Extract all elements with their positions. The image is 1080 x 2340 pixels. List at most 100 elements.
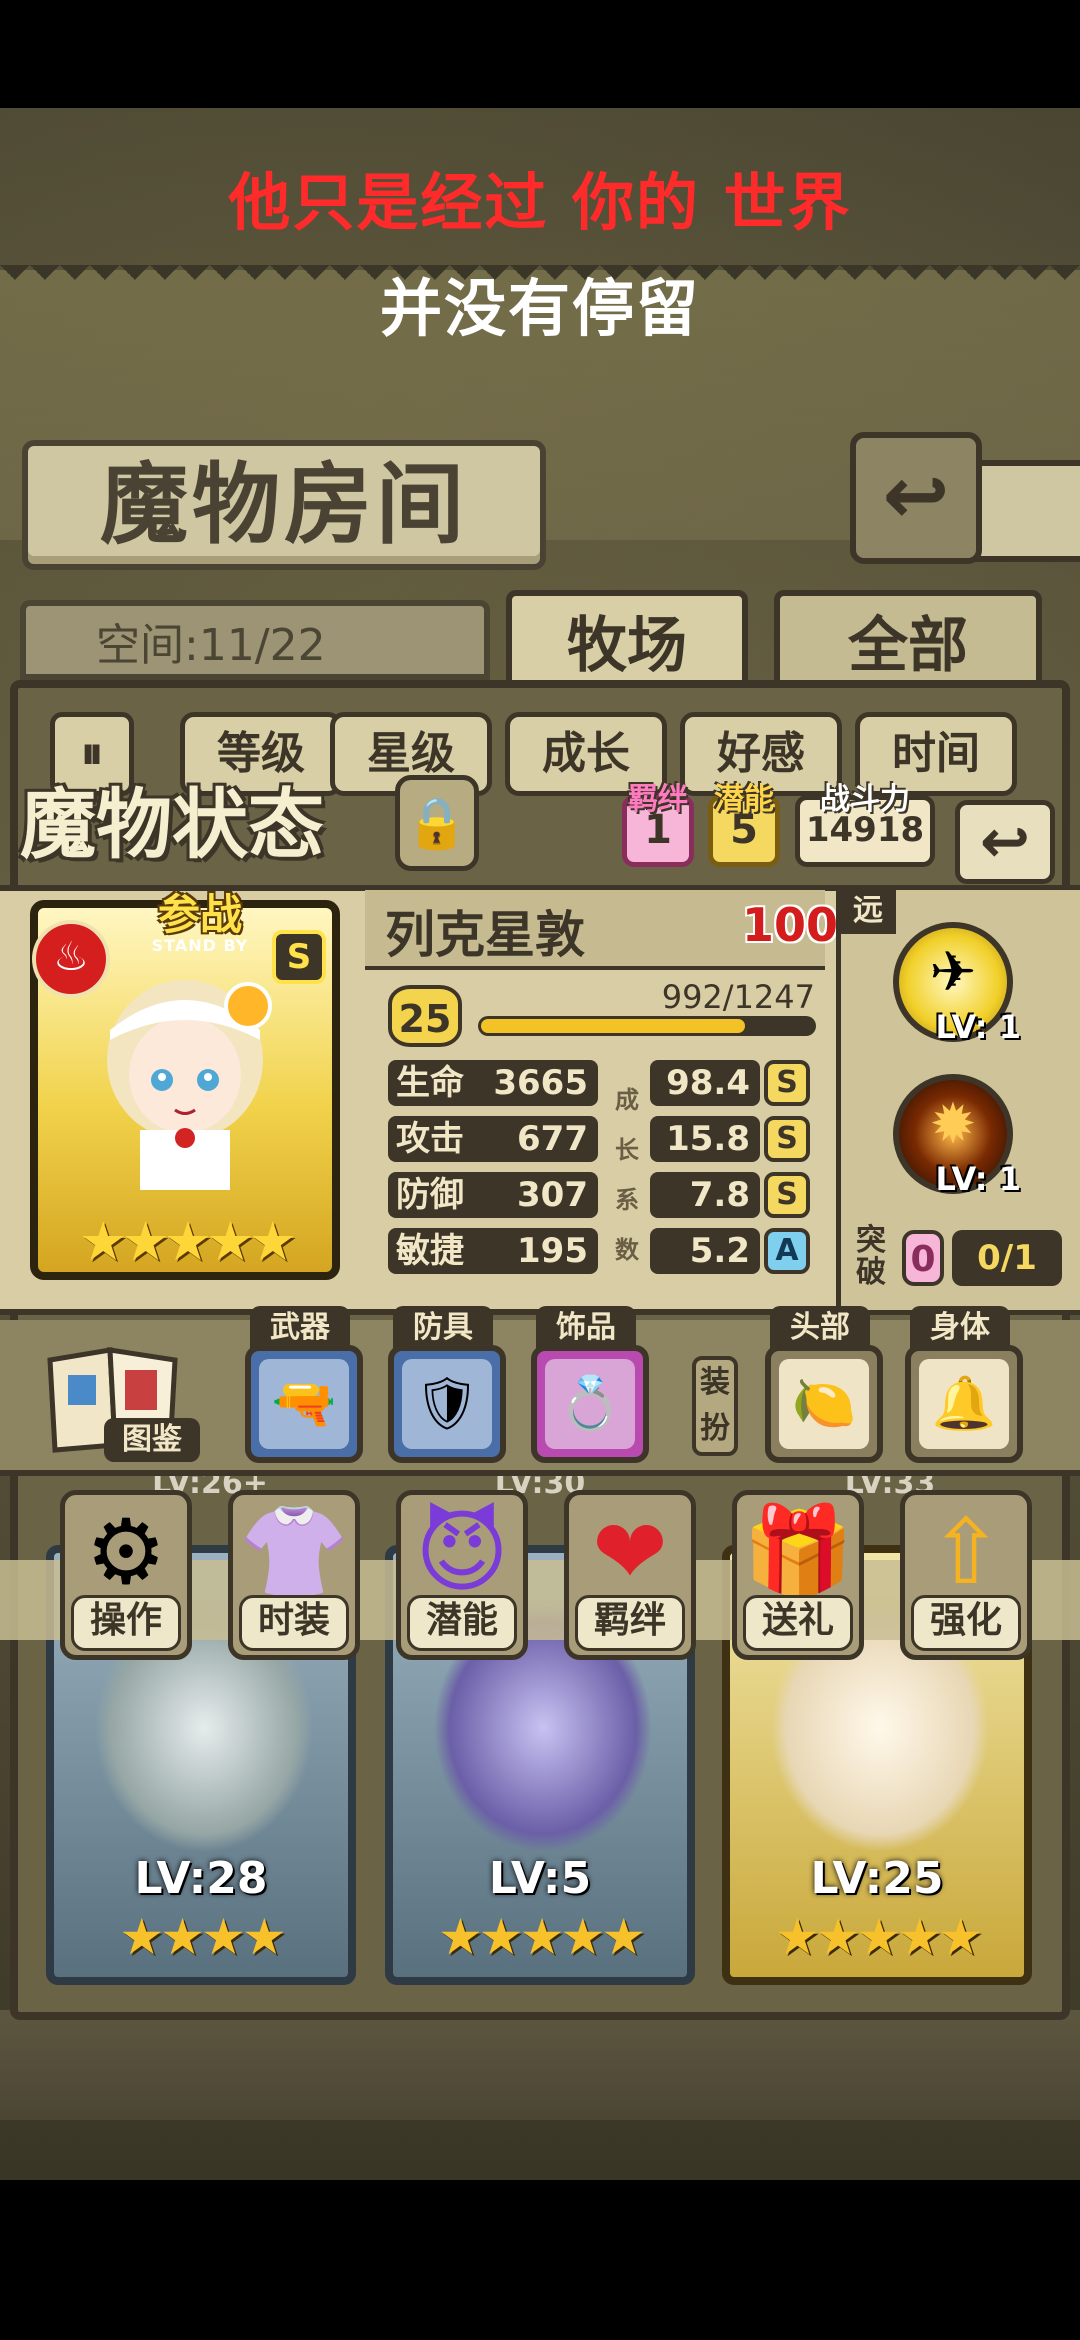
skill-2-button[interactable]: ✹ LV: 1 <box>893 1074 1021 1198</box>
action-label: 强化 <box>911 1595 1021 1651</box>
monster-stars: ★★★★ <box>119 1908 286 1966</box>
body-costume-slot[interactable]: 🔔 <box>905 1345 1023 1463</box>
action-costume-button[interactable]: 👚 时装 <box>228 1490 360 1660</box>
stat-attack: 攻击 677 <box>388 1116 598 1162</box>
return-arrow-icon: ↩ <box>882 449 950 542</box>
monster-name: 列克星敦 <box>385 906 585 964</box>
exp-bar-fill <box>481 1019 745 1033</box>
power-label: 战斗力 <box>820 782 910 817</box>
bond-chip: 羁绊 1 <box>622 782 694 867</box>
gatling-gun-icon: 🔫 <box>259 1359 349 1449</box>
action-bond-button[interactable]: ❤ 羁绊 <box>564 1490 696 1660</box>
bond-label: 羁绊 <box>628 782 688 817</box>
zigzag-border-bottom <box>0 2120 1080 2150</box>
breakthrough-label: 突破 <box>856 1223 886 1290</box>
codex-label: 图鉴 <box>104 1418 200 1462</box>
head-costume-slot[interactable]: 🍋 <box>765 1345 883 1463</box>
monster-stars: ★★★★★ <box>774 1908 983 1966</box>
accessory-slot[interactable]: 💍 <box>531 1345 649 1463</box>
stat-value: 195 <box>517 1231 588 1271</box>
armor-slot[interactable]: 🛡 <box>388 1345 506 1463</box>
action-gift-button[interactable]: 🎁 送礼 <box>732 1490 864 1660</box>
action-operate-button[interactable]: ⚙ 操作 <box>60 1490 192 1660</box>
power-chip: 战斗力 14918 <box>795 782 935 867</box>
grade-badge: A <box>764 1228 810 1274</box>
exp-bar <box>478 1016 816 1036</box>
demon-icon: 😈 <box>415 1500 509 1605</box>
dress-icon: 👚 <box>237 1500 351 1605</box>
standby-sub-label: STAND BY <box>151 936 249 955</box>
exp-text: 992/1247 <box>661 978 815 1016</box>
action-label: 操作 <box>71 1595 181 1651</box>
potential-label: 潜能 <box>714 782 774 817</box>
page-title: 魔物房间 <box>22 440 546 570</box>
growth-attack: 15.8 <box>650 1116 760 1162</box>
stat-hp: 生命 3665 <box>388 1060 598 1106</box>
back-button[interactable]: ↩ <box>850 432 982 564</box>
stat-value: 307 <box>517 1175 588 1215</box>
stat-agility: 敏捷 195 <box>388 1228 598 1274</box>
rank-badge: S <box>272 930 326 984</box>
growth-defense: 7.8 <box>650 1172 760 1218</box>
action-label: 羁绊 <box>575 1595 685 1651</box>
growth-agility: 5.2 <box>650 1228 760 1274</box>
slot-label-weapon: 武器 <box>250 1306 350 1350</box>
hearts-icon: ❤ <box>592 1500 668 1605</box>
explosion-burst-icon: ✹ <box>929 1092 977 1157</box>
close-status-button[interactable]: ↩ <box>955 800 1055 884</box>
affection-badge: 100 <box>742 898 839 952</box>
lock-button[interactable]: 🔒 <box>395 775 479 871</box>
monster-stars: ★★★★★ <box>437 1908 646 1966</box>
slot-label-head: 头部 <box>770 1306 870 1350</box>
monster-level: LV:28 <box>134 1853 268 1904</box>
growth-hp: 98.4 <box>650 1060 760 1106</box>
bottom-black-area <box>0 2180 1080 2340</box>
slot-label-accessory: 饰品 <box>536 1306 636 1350</box>
stat-key: 攻击 <box>396 1119 464 1159</box>
growth-label-char: 系 <box>615 1186 639 1214</box>
shield-emblem-icon: 🛡 <box>402 1359 492 1449</box>
upgrade-arrows-icon: ⇧ <box>928 1500 1004 1605</box>
stat-defense: 防御 307 <box>388 1172 598 1218</box>
action-label: 时装 <box>239 1595 349 1651</box>
aircraft-squadron-icon: ✈ <box>929 940 977 1005</box>
level-badge: 25 <box>388 985 462 1047</box>
stat-key: 防御 <box>396 1175 464 1215</box>
skill-1-button[interactable]: ✈ LV: 1 <box>893 922 1021 1046</box>
back-button-tail <box>968 460 1080 562</box>
growth-label-char: 数 <box>615 1236 639 1264</box>
status-title: 魔物状态 <box>20 780 324 869</box>
skill-level: LV: 1 <box>935 1008 1021 1046</box>
lyric-line-2: 并没有停留 <box>379 272 700 345</box>
stat-key: 生命 <box>396 1063 464 1103</box>
growth-label-char: 长 <box>615 1136 639 1164</box>
stat-value: 3665 <box>493 1063 588 1103</box>
action-potential-button[interactable]: 😈 潜能 <box>396 1490 528 1660</box>
skill-level: LV: 1 <box>935 1160 1021 1198</box>
stat-value: 677 <box>517 1119 588 1159</box>
slot-label-body: 身体 <box>910 1306 1010 1350</box>
monster-level: LV:25 <box>810 1853 944 1904</box>
gift-icon: 🎁 <box>741 1500 855 1605</box>
slot-label-armor: 防具 <box>393 1306 493 1350</box>
space-capacity: 空间:11/22 <box>20 600 490 680</box>
growth-label-char: 成 <box>615 1086 639 1114</box>
grade-badge: S <box>764 1116 810 1162</box>
weapon-slot[interactable]: 🔫 <box>245 1345 363 1463</box>
breakthrough-value: 0 <box>902 1230 944 1286</box>
potential-chip: 潜能 5 <box>708 782 780 867</box>
grade-badge: S <box>764 1060 810 1106</box>
lyric-line-1: 他只是经过 你的 世界 <box>228 166 852 239</box>
status-bar-area <box>0 0 1080 108</box>
gear-icon: ⚙ <box>85 1500 167 1605</box>
breakthrough-ratio[interactable]: 0/1 <box>952 1230 1062 1286</box>
bell-collar-icon: 🔔 <box>919 1359 1009 1449</box>
action-label: 潜能 <box>407 1595 517 1651</box>
grade-badge: S <box>764 1172 810 1218</box>
action-label: 送礼 <box>743 1595 853 1651</box>
fire-icon: ♨ <box>32 920 110 998</box>
return-arrow-icon: ↩ <box>979 807 1031 877</box>
action-upgrade-button[interactable]: ⇧ 强化 <box>900 1490 1032 1660</box>
page-title-text: 魔物房间 <box>99 453 468 556</box>
ring-icon: 💍 <box>545 1359 635 1449</box>
